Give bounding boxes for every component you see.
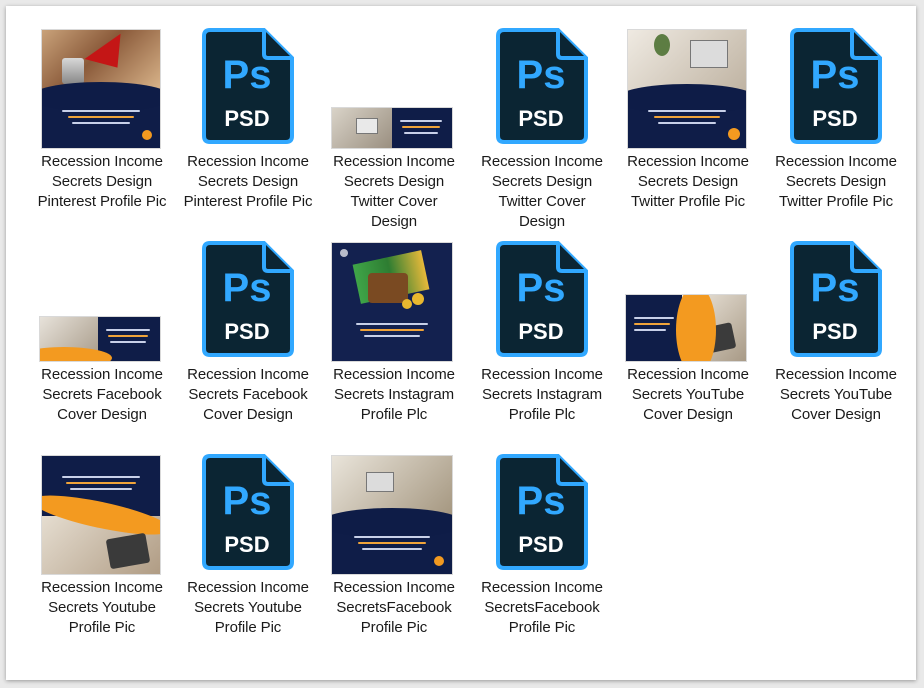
image-thumbnail [32, 452, 172, 574]
photoshop-psd-icon: Ps PSD [178, 452, 318, 574]
image-thumbnail [324, 239, 464, 361]
file-item-facebook-cover-psd[interactable]: Ps PSD Recession Income Secrets Facebook… [178, 239, 318, 447]
photoshop-psd-icon: Ps PSD [472, 452, 612, 574]
photoshop-psd-icon: Ps PSD [766, 239, 906, 361]
file-item-instagram-profile-psd[interactable]: Ps PSD Recession Income Secrets Instagra… [472, 239, 612, 447]
image-thumbnail [32, 26, 172, 148]
file-item-pinterest-profile-psd[interactable]: Ps PSD Recession Income Secrets Design P… [178, 26, 318, 234]
file-name: Recession Income Secrets Youtube Profile… [41, 579, 163, 636]
file-name: Recession Income Secrets Design Twitter … [481, 153, 603, 230]
psd-text: PSD [812, 319, 857, 344]
file-item-twitter-profile-psd[interactable]: Ps PSD Recession Income Secrets Design T… [766, 26, 906, 234]
file-name: Recession Income Secrets Facebook Cover … [41, 366, 163, 423]
file-item-instagram-profile-jpg[interactable]: Recession Income Secrets Instagram Profi… [324, 239, 464, 447]
file-item-facebook-cover-jpg[interactable]: Recession Income Secrets Facebook Cover … [32, 239, 172, 447]
photoshop-psd-icon: Ps PSD [178, 239, 318, 361]
ps-glyph: Ps [223, 266, 272, 310]
file-item-youtube-cover-psd[interactable]: Ps PSD Recession Income Secrets YouTube … [766, 239, 906, 447]
file-name: Recession Income Secrets Instagram Profi… [481, 366, 603, 423]
photoshop-psd-icon: Ps PSD [766, 26, 906, 148]
file-name: Recession Income Secrets Instagram Profi… [333, 366, 455, 423]
file-name: Recession Income Secrets Design Twitter … [775, 153, 897, 210]
file-item-twitter-cover-jpg[interactable]: Recession Income Secrets Design Twitter … [324, 26, 464, 234]
file-item-youtube-cover-jpg[interactable]: Recession Income Secrets YouTube Cover D… [618, 239, 758, 447]
image-thumbnail [324, 26, 464, 148]
image-thumbnail [618, 239, 758, 361]
ps-glyph: Ps [811, 53, 860, 97]
file-name: Recession Income Secrets Design Pinteres… [183, 153, 313, 210]
ps-glyph: Ps [517, 479, 566, 523]
file-name: Recession Income Secrets Design Twitter … [333, 153, 455, 230]
file-name: Recession Income Secrets Youtube Profile… [187, 579, 309, 636]
file-item-youtube-profile-psd[interactable]: Ps PSD Recession Income Secrets Youtube … [178, 452, 318, 660]
file-item-twitter-profile-jpg[interactable]: Recession Income Secrets Design Twitter … [618, 26, 758, 234]
ps-glyph: Ps [811, 266, 860, 310]
photoshop-psd-icon: Ps PSD [472, 239, 612, 361]
psd-text: PSD [518, 319, 563, 344]
image-thumbnail [324, 452, 464, 574]
file-item-facebook-profile-jpg[interactable]: Recession Income SecretsFacebook Profile… [324, 452, 464, 660]
psd-text: PSD [224, 106, 269, 131]
ps-glyph: Ps [517, 53, 566, 97]
file-name: Recession Income Secrets YouTube Cover D… [775, 366, 897, 423]
ps-glyph: Ps [517, 266, 566, 310]
psd-text: PSD [224, 319, 269, 344]
file-name: Recession Income Secrets Facebook Cover … [187, 366, 309, 423]
psd-text: PSD [518, 532, 563, 557]
file-item-twitter-cover-psd[interactable]: Ps PSD Recession Income Secrets Design T… [472, 26, 612, 234]
ps-glyph: Ps [223, 53, 272, 97]
image-thumbnail [618, 26, 758, 148]
file-item-pinterest-profile-jpg[interactable]: Recession Income Secrets Design Pinteres… [32, 26, 172, 234]
file-item-youtube-profile-jpg[interactable]: Recession Income Secrets Youtube Profile… [32, 452, 172, 660]
file-name: Recession Income Secrets YouTube Cover D… [627, 366, 749, 423]
file-name: Recession Income Secrets Design Pinteres… [37, 153, 167, 210]
file-item-facebook-profile-psd[interactable]: Ps PSD Recession Income SecretsFacebook … [472, 452, 612, 660]
psd-text: PSD [812, 106, 857, 131]
photoshop-psd-icon: Ps PSD [178, 26, 318, 148]
ps-glyph: Ps [223, 479, 272, 523]
file-name: Recession Income SecretsFacebook Profile… [333, 579, 455, 636]
image-thumbnail [32, 239, 172, 361]
file-name: Recession Income SecretsFacebook Profile… [481, 579, 603, 636]
psd-text: PSD [518, 106, 563, 131]
file-name: Recession Income Secrets Design Twitter … [627, 153, 749, 210]
file-explorer-view: Recession Income Secrets Design Pinteres… [6, 6, 916, 680]
photoshop-psd-icon: Ps PSD [472, 26, 612, 148]
psd-text: PSD [224, 532, 269, 557]
